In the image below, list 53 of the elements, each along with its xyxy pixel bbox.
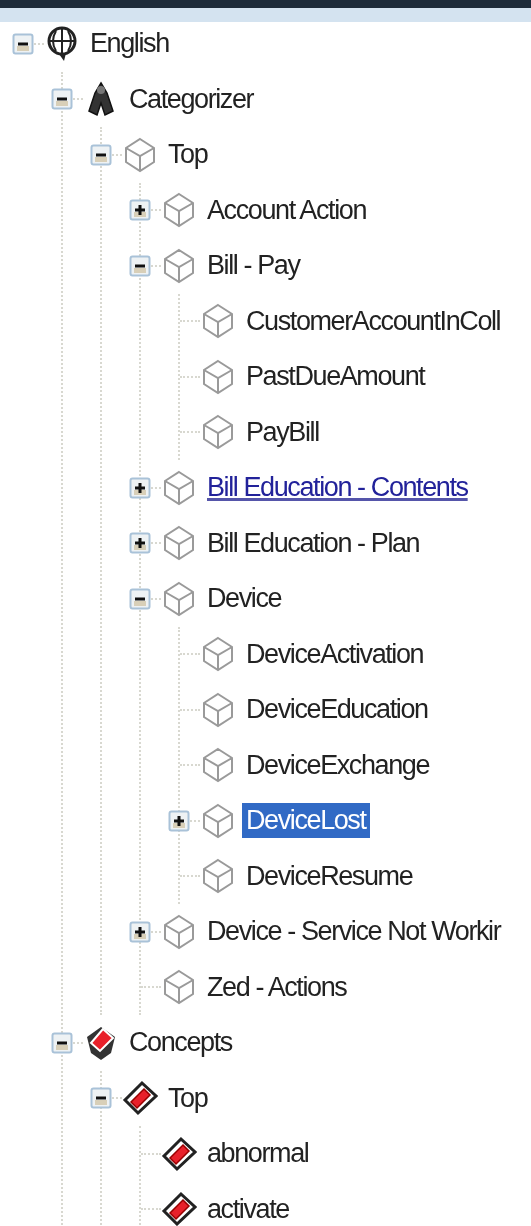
collapse-icon[interactable]: [90, 143, 112, 166]
collapse-icon[interactable]: [12, 32, 34, 55]
cube-icon: [200, 414, 236, 451]
tree-item[interactable]: Top: [164, 1080, 212, 1116]
tree-item[interactable]: Concepts: [125, 1025, 236, 1061]
tree-item[interactable]: CustomerAccountInColl: [242, 303, 505, 339]
tree-item[interactable]: Zed - Actions: [203, 969, 351, 1005]
tree-item[interactable]: abnormal: [203, 1136, 313, 1172]
cube-icon: [161, 913, 197, 950]
tree-item[interactable]: Categorizer: [125, 81, 258, 117]
collapse-icon[interactable]: [129, 587, 151, 610]
expand-icon[interactable]: [129, 532, 151, 555]
tree-item[interactable]: DeviceResume: [242, 858, 417, 894]
cube-icon: [200, 747, 236, 784]
cube-icon: [122, 136, 158, 173]
expand-icon[interactable]: [129, 476, 151, 499]
cube-icon: [161, 192, 197, 229]
tree-item[interactable]: DeviceLost: [242, 803, 370, 839]
expand-icon[interactable]: [168, 809, 190, 832]
expand-icon[interactable]: [129, 920, 151, 943]
tree-item[interactable]: activate: [203, 1191, 293, 1226]
diamond-icon: [161, 1191, 197, 1226]
collapse-icon[interactable]: [51, 1031, 73, 1054]
tree-item[interactable]: PayBill: [242, 414, 323, 450]
cube-icon: [161, 580, 197, 617]
diamond-icon: [161, 1135, 197, 1172]
cube-icon: [200, 358, 236, 395]
tree-item[interactable]: PastDueAmount: [242, 359, 429, 395]
tree-item[interactable]: DeviceExchange: [242, 747, 434, 783]
expand-icon[interactable]: [129, 199, 151, 222]
tree-item[interactable]: Device - Service Not Workir: [203, 914, 505, 950]
cube-icon: [200, 636, 236, 673]
tree-item[interactable]: Bill - Pay: [203, 248, 304, 284]
tree-item[interactable]: DeviceEducation: [242, 692, 432, 728]
tree-item[interactable]: Bill Education - Plan: [203, 525, 424, 561]
cube-icon: [200, 858, 236, 895]
collapse-icon[interactable]: [90, 1087, 112, 1110]
diamond-icon: [122, 1080, 158, 1117]
tree-item[interactable]: DeviceActivation: [242, 636, 428, 672]
tree-link[interactable]: Bill Education - Contents: [203, 470, 472, 506]
tree-item[interactable]: Device: [203, 581, 286, 617]
cube-icon: [200, 802, 236, 839]
cube-icon: [161, 525, 197, 562]
cube-icon: [161, 247, 197, 284]
cube-icon: [200, 691, 236, 728]
collapse-icon[interactable]: [51, 88, 73, 111]
cube-icon: [161, 469, 197, 506]
tree-item[interactable]: Account Action: [203, 192, 370, 228]
tree-item[interactable]: Top: [164, 137, 212, 173]
cube-icon: [161, 969, 197, 1006]
tree-item[interactable]: English: [86, 26, 173, 62]
cube-icon: [200, 303, 236, 340]
collapse-icon[interactable]: [129, 254, 151, 277]
